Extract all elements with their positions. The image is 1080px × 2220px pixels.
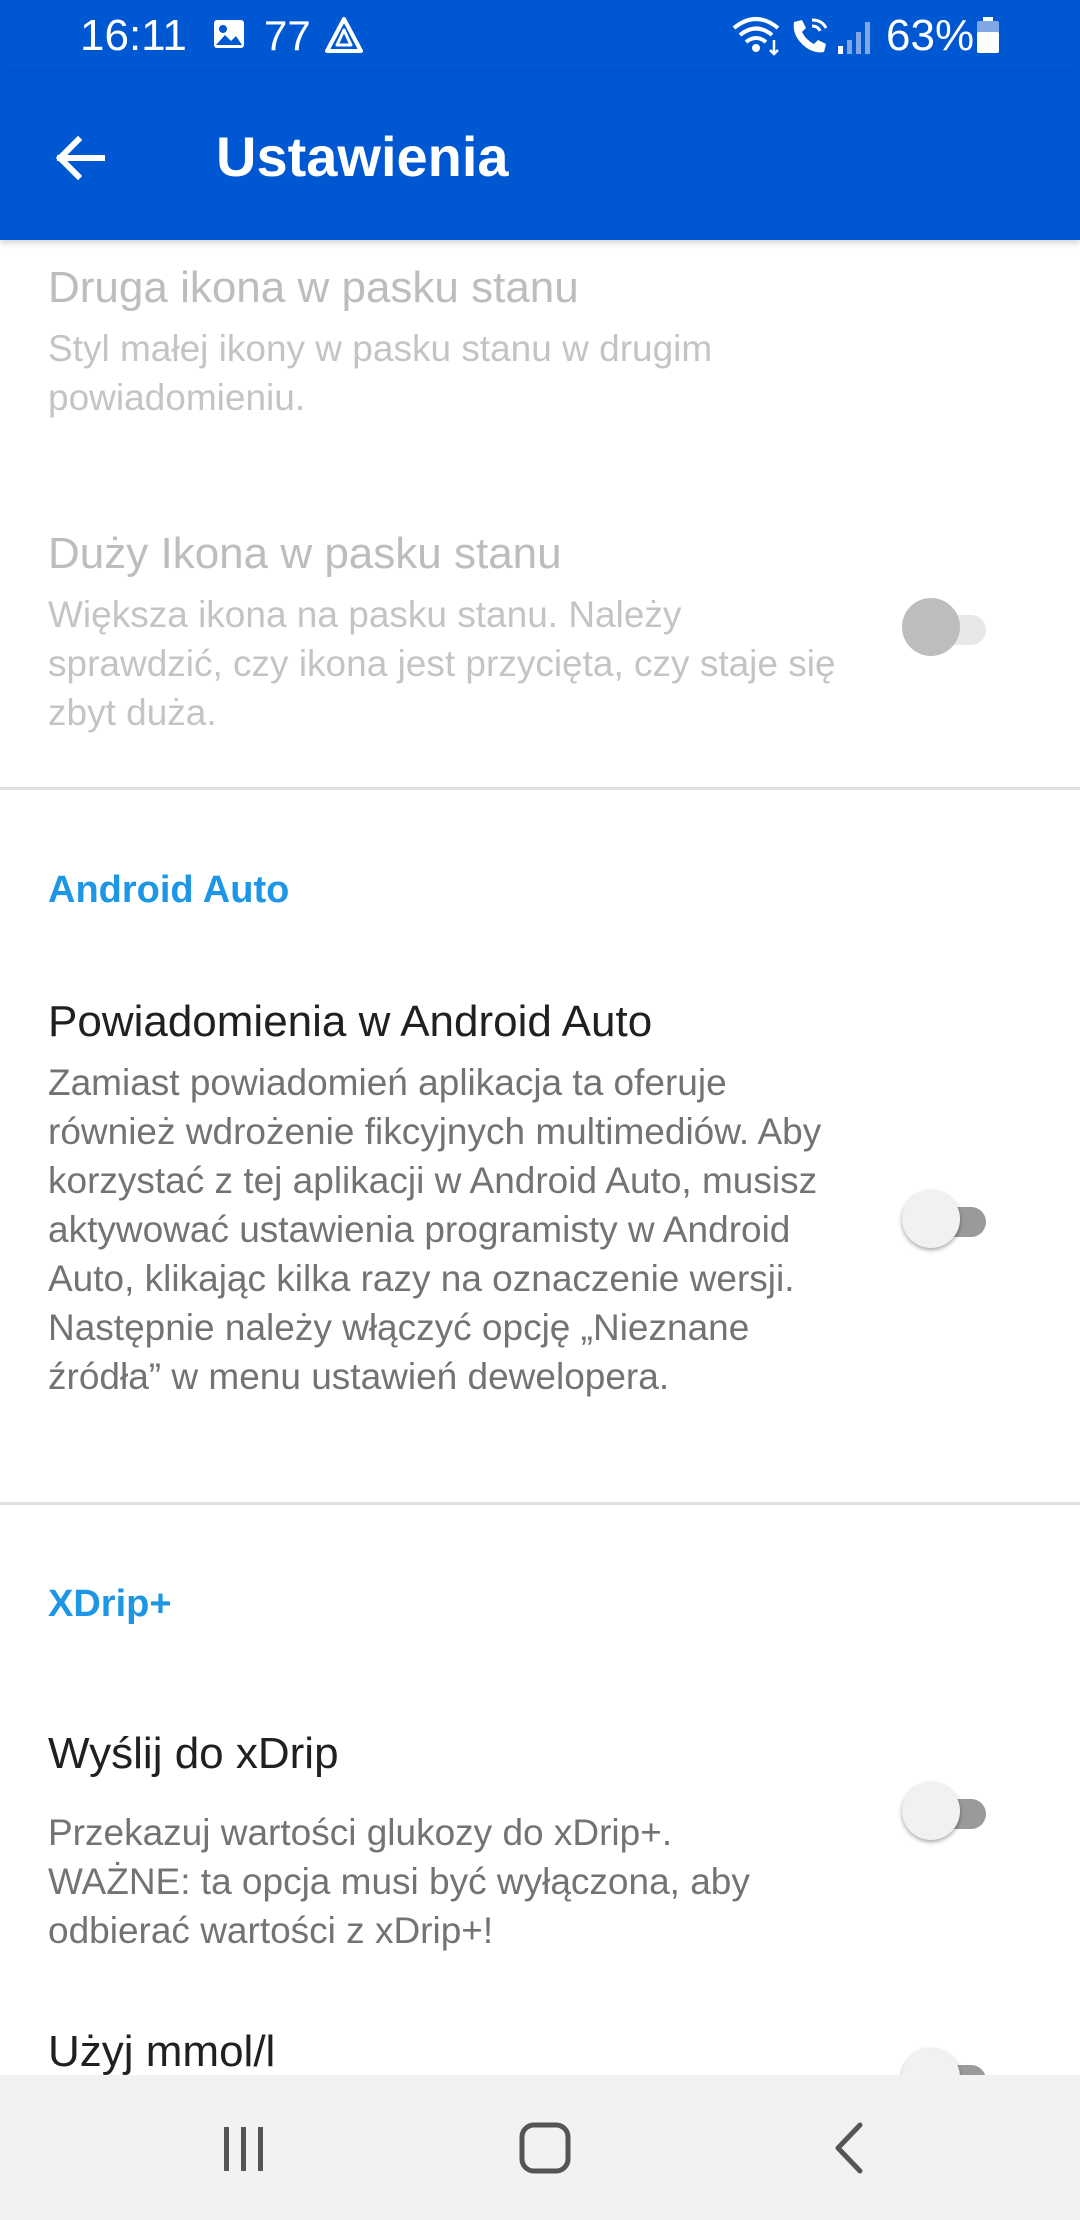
battery-icon	[977, 17, 999, 53]
wifi-calling-icon	[793, 18, 828, 53]
setting-summary: Styl małej ikony w pasku stanu w drugim …	[48, 328, 713, 418]
setting-second-status-icon: Druga ikona w pasku stanu Styl małej iko…	[48, 260, 848, 422]
setting-title: Powiadomienia w Android Auto	[48, 997, 653, 1046]
image-icon	[214, 20, 244, 48]
toggle-thumb	[902, 598, 960, 656]
setting-summary: Zamiast powiadomień aplikacja ta oferuje…	[48, 1062, 822, 1397]
large-icon-toggle	[902, 598, 998, 658]
setting-title: Duży Ikona w pasku stanu	[48, 529, 562, 578]
setting-summary: Przekazuj wartości glukozy do xDrip+. WA…	[48, 1812, 750, 1951]
section-divider	[0, 787, 1080, 790]
setting-title: Wyślij do xDrip	[48, 1729, 339, 1778]
back-icon[interactable]	[820, 2117, 880, 2179]
recent-apps-icon[interactable]	[214, 2123, 274, 2175]
send-to-xdrip-toggle[interactable]	[902, 1782, 998, 1842]
setting-android-auto-notifications[interactable]: Powiadomienia w Android Auto Zamiast pow…	[48, 994, 848, 1401]
setting-title: Użyj mmol/l	[48, 2027, 276, 2075]
setting-send-to-xdrip[interactable]: Wyślij do xDrip Przekazuj wartości gluko…	[48, 1708, 848, 1973]
toggle-thumb	[902, 1190, 960, 1248]
setting-use-mmol[interactable]: Użyj mmol/l	[48, 2024, 848, 2075]
setting-summary: Większa ikona na pasku stanu. Należy spr…	[48, 594, 836, 733]
setting-title: Druga ikona w pasku stanu	[48, 263, 579, 312]
settings-list[interactable]: Druga ikona w pasku stanu Styl małej iko…	[0, 240, 1080, 2075]
status-time: 16:11	[80, 11, 187, 60]
use-mmol-toggle[interactable]	[902, 2048, 998, 2075]
category-xdrip: XDrip+	[48, 1583, 172, 1625]
toggle-thumb	[902, 2048, 960, 2075]
home-icon[interactable]	[512, 2117, 580, 2179]
section-divider	[0, 1502, 1080, 1505]
setting-large-status-icon: Duży Ikona w pasku stanu Większa ikona n…	[48, 526, 848, 737]
battery-percentage: 63%	[886, 11, 975, 60]
category-android-auto: Android Auto	[48, 869, 290, 911]
signal-icon	[838, 22, 870, 54]
notification-count: 77	[264, 12, 311, 59]
navigation-icon	[325, 17, 363, 53]
system-nav-bar	[0, 2075, 1080, 2220]
status-bar: 16:11 77 63%	[0, 0, 1080, 72]
page-title: Ustawienia	[216, 125, 509, 188]
toggle-thumb	[902, 1782, 960, 1840]
wifi-icon	[732, 17, 780, 56]
android-auto-toggle[interactable]	[902, 1190, 998, 1250]
arrow-back-icon[interactable]	[40, 116, 124, 200]
app-bar: Ustawienia	[0, 72, 1080, 240]
